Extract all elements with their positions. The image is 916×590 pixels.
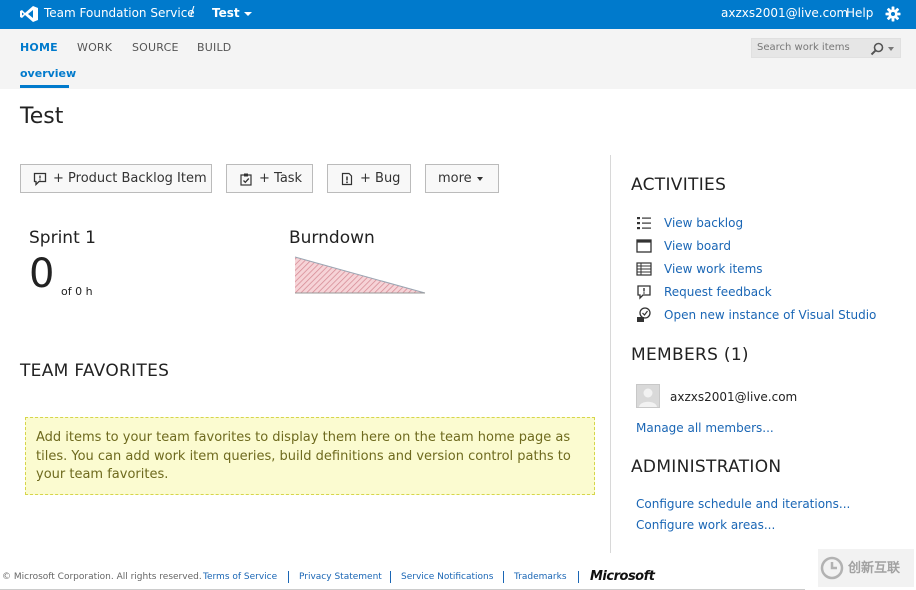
burndown-chart[interactable]	[293, 255, 427, 299]
configure-schedule-link[interactable]: Configure schedule and iterations...	[636, 497, 850, 511]
activity-label: View work items	[664, 262, 763, 276]
gear-icon[interactable]	[885, 6, 901, 22]
bug-icon	[341, 172, 353, 185]
activity-label: View board	[664, 239, 731, 253]
team-favorites-heading: TEAM FAVORITES	[20, 361, 170, 381]
chevron-down-icon	[243, 11, 252, 16]
breadcrumb-separator: /	[190, 5, 195, 20]
team-favorites-empty-message: Add items to your team favorites to disp…	[25, 417, 595, 495]
subtab-overview[interactable]: overview	[20, 67, 76, 80]
sprint-remaining-work: 0	[29, 251, 55, 297]
activity-request-feedback[interactable]: Request feedback	[636, 284, 772, 300]
visual-studio-icon	[636, 307, 652, 323]
activity-view-board[interactable]: View board	[636, 238, 731, 254]
backlog-list-icon	[636, 215, 652, 231]
tab-build[interactable]: BUILD	[197, 41, 231, 54]
activity-label: View backlog	[664, 216, 744, 230]
activity-view-work-items[interactable]: View work items	[636, 261, 763, 277]
new-task-button[interactable]: + Task	[226, 164, 313, 193]
activity-view-backlog[interactable]: View backlog	[636, 215, 743, 231]
footer-divider	[288, 571, 289, 583]
button-label: + Task	[259, 171, 303, 186]
task-clipboard-icon	[240, 173, 252, 186]
configure-work-areas-link[interactable]: Configure work areas...	[636, 518, 775, 532]
chevron-down-icon	[476, 176, 483, 181]
footer-divider	[390, 571, 391, 583]
page-title: Test	[20, 104, 64, 129]
watermark: 创新互联	[818, 549, 914, 587]
activity-open-visual-studio[interactable]: Open new instance of Visual Studio	[636, 307, 876, 323]
search-input[interactable]: Search work items	[757, 42, 850, 53]
activity-label: Open new instance of Visual Studio	[664, 308, 877, 322]
manage-all-members-link[interactable]: Manage all members...	[636, 421, 774, 435]
feedback-bubble-icon	[33, 172, 47, 186]
search-work-items-box[interactable]: Search work items	[751, 38, 901, 58]
tab-work[interactable]: WORK	[77, 41, 112, 54]
search-icon[interactable]	[870, 41, 884, 56]
new-bug-button[interactable]: + Bug	[327, 164, 411, 193]
button-label: + Product Backlog Item	[53, 171, 207, 186]
activities-heading: ACTIVITIES	[631, 175, 727, 195]
microsoft-logo: Microsoft	[590, 569, 655, 584]
user-account-link[interactable]: axzxs2001@live.com	[721, 6, 848, 20]
search-options-chevron-icon[interactable]	[888, 47, 894, 51]
project-name: Test	[212, 6, 240, 20]
burndown-title: Burndown	[289, 228, 375, 248]
trademarks-link[interactable]: Trademarks	[514, 572, 567, 582]
active-subtab-indicator	[20, 85, 69, 88]
activity-label: Request feedback	[664, 285, 772, 299]
service-name-link[interactable]: Team Foundation Service	[44, 6, 195, 20]
hub-navigation: HOME WORK SOURCE BUILD overview Search w…	[0, 29, 916, 89]
new-product-backlog-item-button[interactable]: + Product Backlog Item	[20, 164, 212, 193]
watermark-logo-icon	[820, 556, 844, 584]
footer: © Microsoft Corporation. All rights rese…	[0, 569, 916, 590]
sprint-title[interactable]: Sprint 1	[29, 228, 96, 248]
work-items-grid-icon	[636, 261, 652, 277]
service-notifications-link[interactable]: Service Notifications	[401, 572, 493, 582]
footer-divider	[578, 571, 579, 583]
administration-heading: ADMINISTRATION	[631, 457, 782, 477]
tab-source[interactable]: SOURCE	[132, 41, 179, 54]
button-label: + Bug	[360, 171, 401, 186]
member-name: axzxs2001@live.com	[670, 390, 798, 404]
avatar[interactable]	[636, 384, 660, 408]
members-heading: MEMBERS (1)	[631, 345, 749, 365]
board-icon	[636, 238, 652, 254]
sprint-total-work: of 0 h	[61, 285, 93, 298]
feedback-bubble-icon	[636, 284, 652, 300]
watermark-text: 创新互联	[848, 561, 901, 576]
copyright-text: © Microsoft Corporation. All rights rese…	[2, 572, 202, 582]
terms-of-service-link[interactable]: Terms of Service	[203, 572, 277, 582]
column-divider	[610, 155, 611, 553]
help-link[interactable]: Help	[846, 6, 873, 20]
project-selector[interactable]: Test	[212, 6, 252, 20]
privacy-statement-link[interactable]: Privacy Statement	[299, 572, 382, 582]
tab-home[interactable]: HOME	[20, 41, 58, 54]
top-bar: Team Foundation Service / Test axzxs2001…	[0, 0, 916, 29]
visual-studio-logo-icon[interactable]	[20, 6, 38, 22]
more-work-item-types-button[interactable]: more	[425, 164, 499, 193]
button-label: more	[438, 171, 472, 186]
footer-divider	[503, 571, 504, 583]
